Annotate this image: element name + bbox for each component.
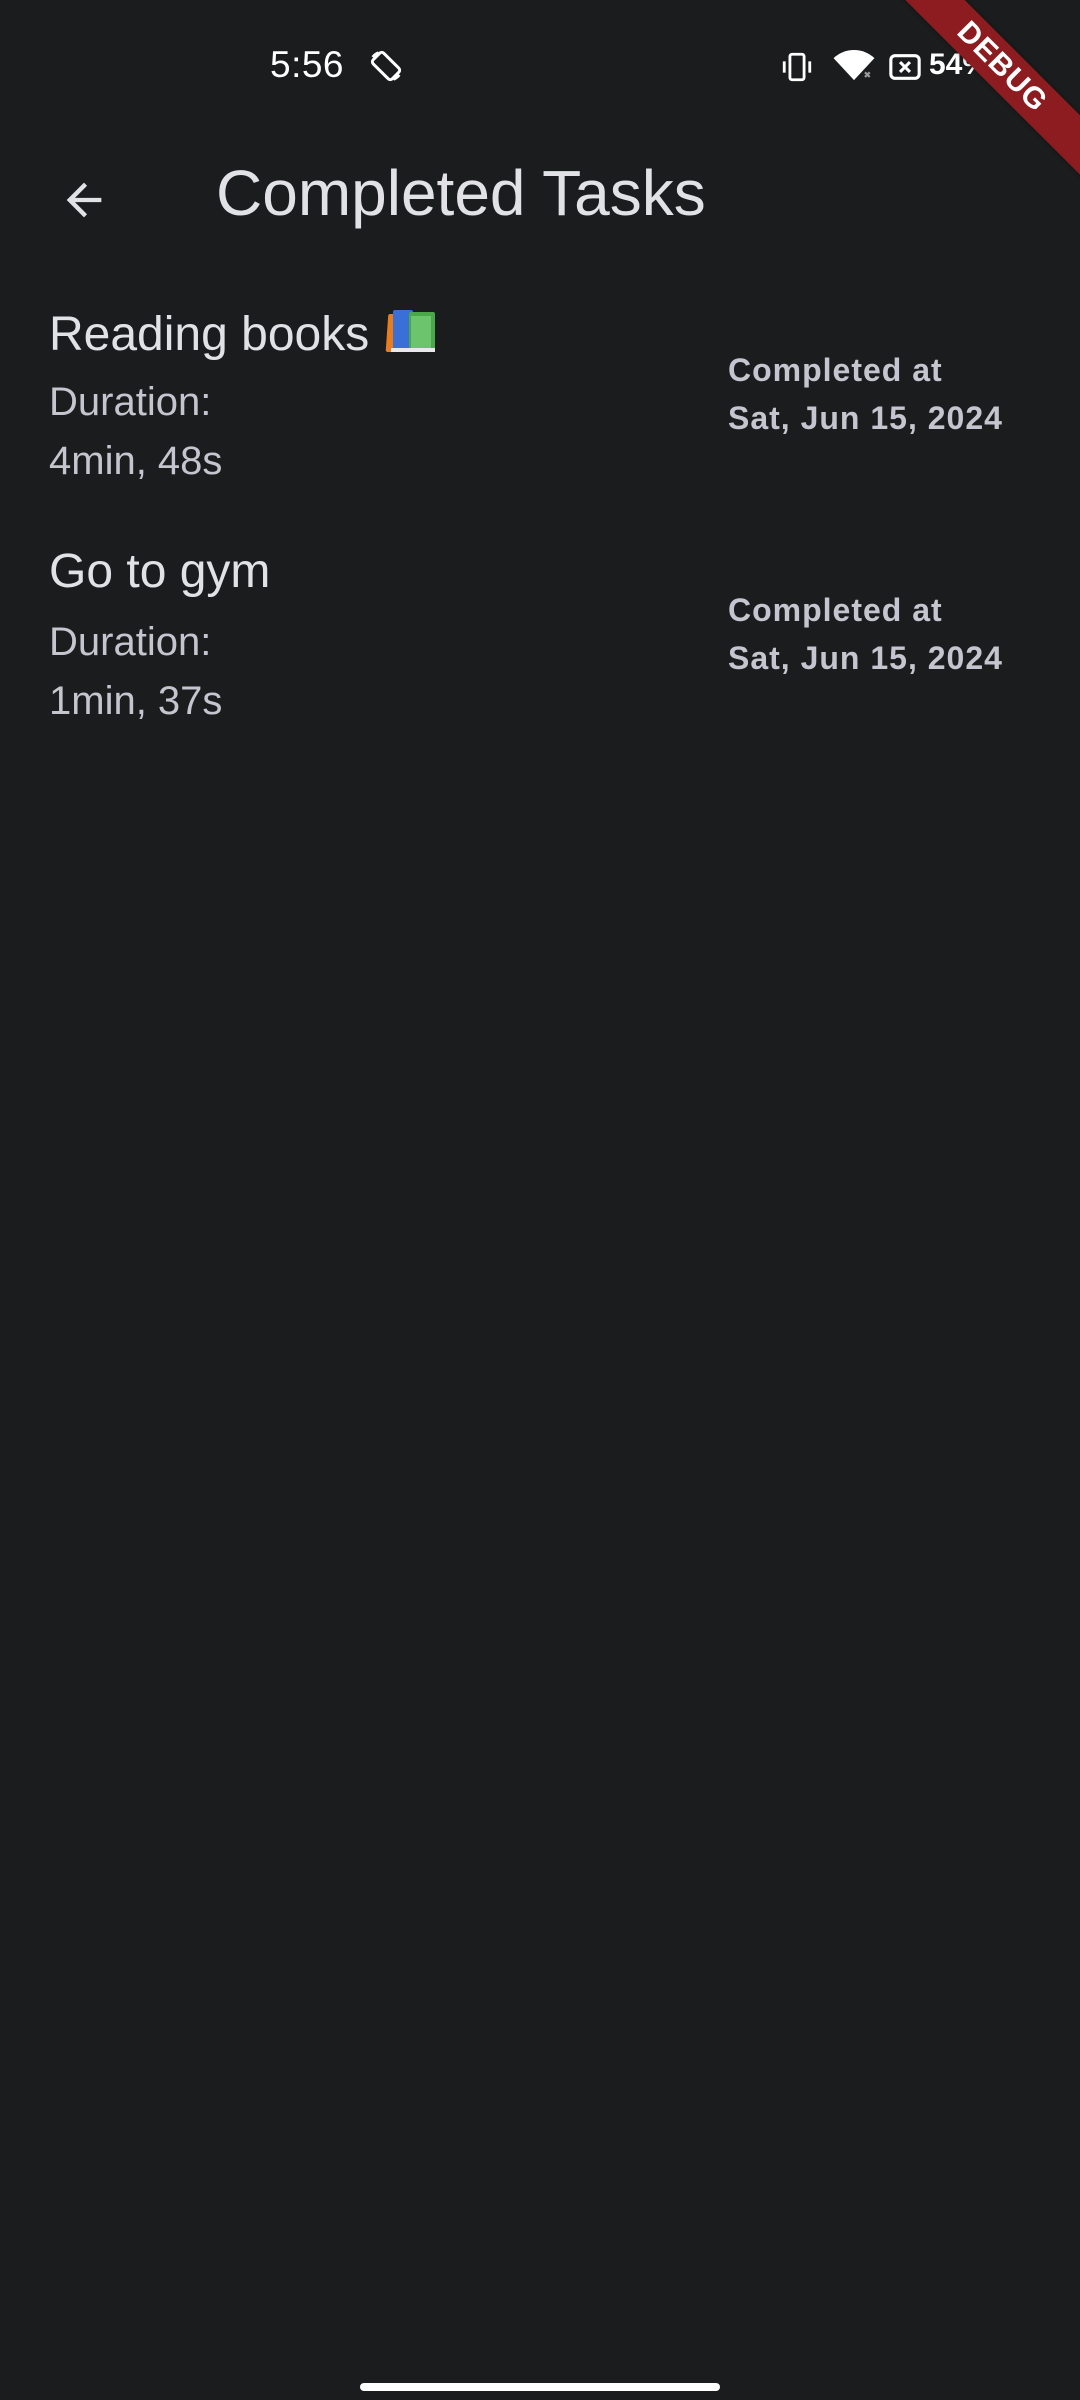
task-name: Go to gym <box>49 545 271 598</box>
task-item-go-to-gym[interactable]: Go to gym Duration: 1min, 37s Completed … <box>0 536 1080 776</box>
completed-date: Sat, Jun 15, 2024 <box>728 640 1003 676</box>
completed-label: Completed at <box>728 352 943 388</box>
task-list: Reading books Duration: 4min, 48s Comple… <box>0 296 1080 776</box>
status-bar: 5:56 54% <box>0 0 1080 136</box>
battery-saver-icon <box>889 54 921 80</box>
duration-label: Duration: <box>49 380 212 424</box>
task-name-text: Reading books <box>49 308 370 361</box>
completed-label: Completed at <box>728 592 943 628</box>
arrow-back-icon <box>66 182 102 218</box>
rotate-icon <box>370 50 402 82</box>
status-time: 5:56 <box>270 44 345 85</box>
books-icon <box>386 310 436 352</box>
duration-value: 4min, 48s <box>49 439 223 483</box>
page-title: Completed Tasks <box>216 157 706 229</box>
completed-date: Sat, Jun 15, 2024 <box>728 400 1003 436</box>
task-name: Reading books <box>49 304 441 362</box>
app-bar: Completed Tasks <box>0 136 1080 246</box>
task-item-reading-books[interactable]: Reading books Duration: 4min, 48s Comple… <box>0 296 1080 536</box>
duration-label: Duration: <box>49 620 212 664</box>
back-button[interactable] <box>40 156 128 244</box>
wifi-icon <box>833 50 875 81</box>
vibrate-icon <box>782 52 812 82</box>
duration-value: 1min, 37s <box>49 679 223 723</box>
gesture-navigation-bar[interactable] <box>360 2383 720 2391</box>
